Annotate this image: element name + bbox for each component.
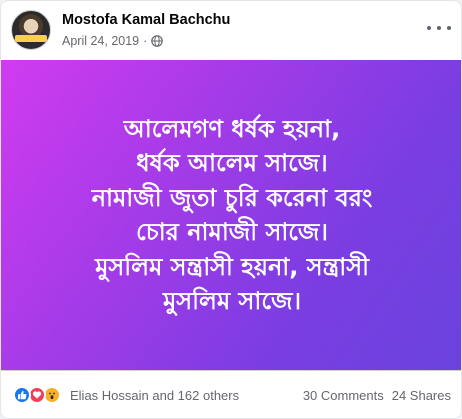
more-options-icon[interactable] <box>427 20 451 36</box>
post-meta: April 24, 2019 · <box>62 34 164 48</box>
author-avatar[interactable] <box>11 10 51 50</box>
comments-count[interactable]: 30 Comments <box>303 388 384 403</box>
like-icon <box>13 386 31 404</box>
post-text: আলেমগণ ধর্ষক হয়না, ধর্ষক আলেম সাজে। নাম… <box>91 114 373 316</box>
reactors-text: Elias Hossain and 162 others <box>70 387 240 403</box>
post-card: Mostofa Kamal Bachchu April 24, 2019 · আ… <box>0 0 462 419</box>
shares-count[interactable]: 24 Shares <box>392 388 451 403</box>
post-header: Mostofa Kamal Bachchu April 24, 2019 · <box>11 10 451 54</box>
reactions-summary[interactable]: Elias Hossain and 162 others <box>13 386 239 404</box>
post-date[interactable]: April 24, 2019 <box>62 34 139 48</box>
author-name[interactable]: Mostofa Kamal Bachchu <box>62 12 230 28</box>
globe-icon <box>151 35 164 47</box>
meta-separator: · <box>143 34 148 48</box>
engagement-counts: 30 Comments 24 Shares <box>303 388 451 403</box>
post-text-background[interactable]: আলেমগণ ধর্ষক হয়না, ধর্ষক আলেম সাজে। নাম… <box>1 60 461 370</box>
post-footer: Elias Hossain and 162 others 30 Comments… <box>1 370 461 418</box>
